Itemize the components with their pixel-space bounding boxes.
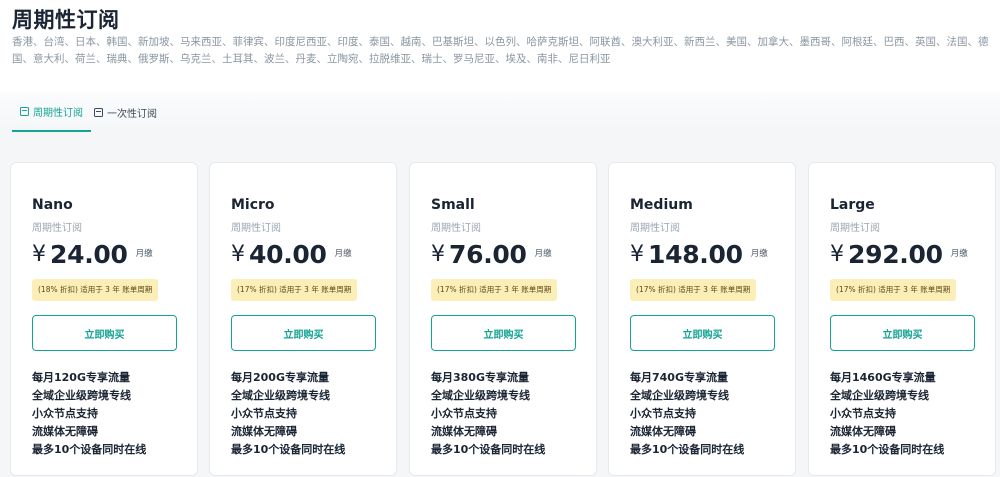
feature-item: 最多10个设备同时在线 <box>32 443 147 456</box>
feature-item: 流媒体无障碍 <box>32 425 98 438</box>
calendar-icon <box>20 106 29 116</box>
discount-badge: (17% 折扣) 适用于 3 年 账单周期 <box>231 279 358 301</box>
feature-item: 小众节点支持 <box>431 407 497 420</box>
price-unit: 月缴 <box>950 249 968 259</box>
calendar-icon <box>94 107 103 117</box>
tab-recurring-subscription[interactable]: 周期性订阅 <box>12 92 91 132</box>
feature-item: 全域企业级跨境专线 <box>830 389 929 402</box>
feature-list: 每月1460G专享流量 全域企业级跨境专线 小众节点支持 流媒体无障碍 最多10… <box>830 369 944 459</box>
feature-item: 全域企业级跨境专线 <box>431 389 530 402</box>
plan-card-small: Small 周期性订阅 ¥ 76.00 月缴 (17% 折扣) 适用于 3 年 … <box>409 162 597 476</box>
tab-one-time-subscription[interactable]: 一次性订阅 <box>86 92 165 132</box>
plan-price: ¥ 292.00 月缴 <box>830 241 968 269</box>
plan-card-nano: Nano 周期性订阅 ¥ 24.00 月缴 (18% 折扣) 适用于 3 年 账… <box>10 162 198 476</box>
plan-name: Small <box>431 197 475 213</box>
page-title: 周期性订阅 <box>12 8 120 32</box>
feature-item: 流媒体无障碍 <box>431 425 497 438</box>
feature-list: 每月380G专享流量 全域企业级跨境专线 小众节点支持 流媒体无障碍 最多10个… <box>431 369 545 459</box>
price-amount: 148.00 <box>648 240 743 269</box>
tab-label: 周期性订阅 <box>33 107 83 119</box>
feature-list: 每月120G专享流量 全域企业级跨境专线 小众节点支持 流媒体无障碍 最多10个… <box>32 369 146 459</box>
supported-regions: 香港、台湾、日本、韩国、新加坡、马来西亚、菲律宾、印度尼西亚、印度、泰国、越南、… <box>12 36 989 65</box>
plan-name: Micro <box>231 197 275 213</box>
feature-list: 每月740G专享流量 全域企业级跨境专线 小众节点支持 流媒体无障碍 最多10个… <box>630 369 744 459</box>
plan-card-large: Large 周期性订阅 ¥ 292.00 月缴 (17% 折扣) 适用于 3 年… <box>808 162 996 476</box>
buy-now-button[interactable]: 立即购买 <box>431 315 576 351</box>
feature-item: 小众节点支持 <box>231 407 297 420</box>
plan-name: Nano <box>32 197 73 213</box>
feature-item: 全域企业级跨境专线 <box>32 389 131 402</box>
feature-item: 最多10个设备同时在线 <box>830 443 945 456</box>
discount-badge: (17% 折扣) 适用于 3 年 账单周期 <box>431 279 558 301</box>
plan-price: ¥ 24.00 月缴 <box>32 241 153 269</box>
plan-price: ¥ 76.00 月缴 <box>431 241 552 269</box>
buy-now-button[interactable]: 立即购买 <box>830 315 975 351</box>
feature-item: 流媒体无障碍 <box>630 425 696 438</box>
feature-list: 每月200G专享流量 全域企业级跨境专线 小众节点支持 流媒体无障碍 最多10个… <box>231 369 345 459</box>
currency-symbol: ¥ <box>431 242 445 267</box>
plan-period: 周期性订阅 <box>830 223 880 234</box>
plan-price: ¥ 40.00 月缴 <box>231 241 352 269</box>
feature-item: 最多10个设备同时在线 <box>231 443 346 456</box>
discount-badge: (17% 折扣) 适用于 3 年 账单周期 <box>630 279 757 301</box>
price-unit: 月缴 <box>334 249 352 259</box>
price-amount: 292.00 <box>848 240 943 269</box>
feature-item: 全域企业级跨境专线 <box>231 389 330 402</box>
feature-item: 每月1460G专享流量 <box>830 371 936 384</box>
currency-symbol: ¥ <box>830 242 844 267</box>
subscription-tabbar: 周期性订阅 一次性订阅 <box>0 92 1000 132</box>
plan-period: 周期性订阅 <box>630 223 680 234</box>
feature-item: 小众节点支持 <box>32 407 98 420</box>
buy-now-button[interactable]: 立即购买 <box>231 315 376 351</box>
feature-item: 每月120G专享流量 <box>32 371 130 384</box>
price-amount: 40.00 <box>249 240 327 269</box>
feature-item: 每月740G专享流量 <box>630 371 728 384</box>
price-amount: 24.00 <box>50 240 128 269</box>
plan-name: Large <box>830 197 875 213</box>
feature-item: 最多10个设备同时在线 <box>431 443 546 456</box>
price-amount: 76.00 <box>449 240 527 269</box>
buy-now-button[interactable]: 立即购买 <box>32 315 177 351</box>
feature-item: 最多10个设备同时在线 <box>630 443 745 456</box>
plan-name: Medium <box>630 197 693 213</box>
plan-card-medium: Medium 周期性订阅 ¥ 148.00 月缴 (17% 折扣) 适用于 3 … <box>608 162 796 476</box>
price-unit: 月缴 <box>750 249 768 259</box>
price-unit: 月缴 <box>135 249 153 259</box>
feature-item: 小众节点支持 <box>830 407 896 420</box>
buy-now-button[interactable]: 立即购买 <box>630 315 775 351</box>
plan-card-micro: Micro 周期性订阅 ¥ 40.00 月缴 (17% 折扣) 适用于 3 年 … <box>209 162 397 476</box>
feature-item: 全域企业级跨境专线 <box>630 389 729 402</box>
currency-symbol: ¥ <box>231 242 245 267</box>
discount-badge: (18% 折扣) 适用于 3 年 账单周期 <box>32 279 159 301</box>
plan-period: 周期性订阅 <box>231 223 281 234</box>
feature-item: 流媒体无障碍 <box>231 425 297 438</box>
currency-symbol: ¥ <box>630 242 644 267</box>
discount-badge: (17% 折扣) 适用于 3 年 账单周期 <box>830 279 957 301</box>
feature-item: 每月200G专享流量 <box>231 371 329 384</box>
price-unit: 月缴 <box>534 249 552 259</box>
plan-period: 周期性订阅 <box>32 223 82 234</box>
tab-label: 一次性订阅 <box>107 108 157 120</box>
plan-period: 周期性订阅 <box>431 223 481 234</box>
feature-item: 流媒体无障碍 <box>830 425 896 438</box>
plan-price: ¥ 148.00 月缴 <box>630 241 768 269</box>
currency-symbol: ¥ <box>32 242 46 267</box>
feature-item: 每月380G专享流量 <box>431 371 529 384</box>
feature-item: 小众节点支持 <box>630 407 696 420</box>
